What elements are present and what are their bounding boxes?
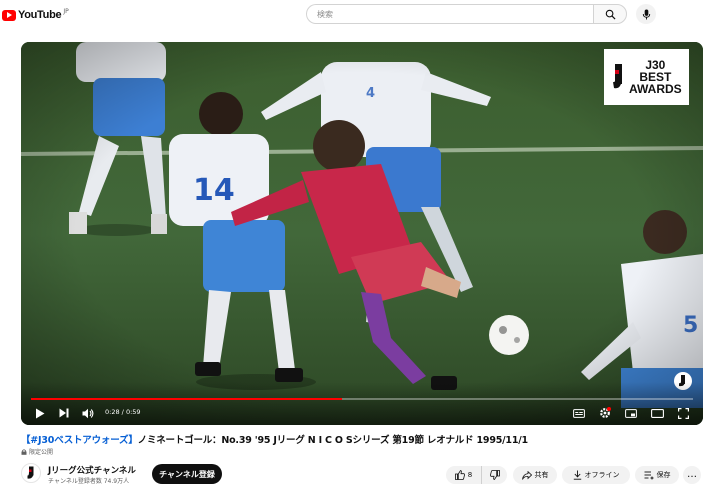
more-actions-button[interactable]: … <box>683 466 701 484</box>
download-icon <box>573 470 581 480</box>
dislike-icon <box>489 470 500 480</box>
logo-country: JP <box>63 7 69 15</box>
more-icon: … <box>687 469 697 480</box>
player-controls: 0:28 / 0:59 <box>21 382 703 425</box>
next-icon <box>59 408 69 418</box>
fullscreen-button[interactable] <box>676 406 690 420</box>
miniplayer-button[interactable] <box>624 406 638 420</box>
video-player[interactable]: 4 14 <box>21 42 703 425</box>
jleague-logo-icon <box>613 64 622 89</box>
masthead: YouTube JP <box>0 0 714 30</box>
time-display: 0:28 / 0:59 <box>105 408 141 416</box>
j30-awards-badge: J30 BEST AWARDS <box>604 49 689 105</box>
search-button[interactable] <box>593 4 627 24</box>
like-button[interactable]: 8 <box>446 466 482 484</box>
settings-button[interactable] <box>598 406 612 420</box>
subscribe-button[interactable]: チャンネル登録 <box>152 464 222 484</box>
like-dislike-group: 8 <box>446 466 507 484</box>
visibility-text: 限定公開 <box>29 449 54 456</box>
miniplayer-icon <box>625 408 637 418</box>
fullscreen-icon <box>677 407 689 419</box>
channel-name[interactable]: Jリーグ公式チャンネル <box>48 464 136 476</box>
like-icon <box>454 470 465 480</box>
channel-avatar[interactable] <box>21 463 41 483</box>
video-frame: 4 14 <box>21 42 703 425</box>
like-count: 8 <box>467 471 473 479</box>
youtube-logo-icon <box>2 9 16 21</box>
download-button[interactable]: オフライン <box>562 466 630 484</box>
download-label: オフライン <box>584 471 620 479</box>
dislike-button[interactable] <box>482 466 507 484</box>
progress-bar[interactable] <box>31 398 693 400</box>
play-button[interactable] <box>33 406 47 420</box>
mic-icon <box>642 8 650 20</box>
volume-icon <box>82 408 94 418</box>
subscriber-count: チャンネル登録者数 74.9万人 <box>48 478 130 485</box>
search-bar <box>306 4 627 24</box>
share-label: 共有 <box>534 471 549 479</box>
youtube-logo[interactable]: YouTube JP <box>2 7 69 23</box>
lock-icon <box>21 448 27 455</box>
voice-search-button[interactable] <box>636 4 656 24</box>
theater-button[interactable] <box>650 406 664 420</box>
settings-icon <box>600 407 611 418</box>
video-title: 【#J30ベストアウォーズ】ノミネートゴール：No.39 '95 Jリーグ N … <box>21 432 703 446</box>
logo-text: YouTube <box>18 9 62 21</box>
subtitles-icon <box>573 408 585 418</box>
save-button[interactable]: 保存 <box>635 466 679 484</box>
badge-text: J30 BEST AWARDS <box>629 58 682 96</box>
search-icon <box>605 9 616 20</box>
search-input[interactable] <box>306 4 593 24</box>
time-current: 0:28 <box>105 408 120 416</box>
save-icon <box>644 471 653 479</box>
share-icon <box>521 470 532 480</box>
title-text: ノミネートゴール：No.39 '95 Jリーグ N I C O Sシリーズ 第1… <box>137 435 528 446</box>
share-button[interactable]: 共有 <box>513 466 557 484</box>
save-label: 保存 <box>656 471 671 479</box>
play-icon <box>36 408 45 418</box>
time-total: 0:59 <box>125 408 141 416</box>
volume-button[interactable] <box>81 406 95 420</box>
subtitles-button[interactable] <box>572 406 586 420</box>
theater-icon <box>650 408 664 418</box>
jleague-logo-icon <box>27 466 34 479</box>
title-hashtag[interactable]: 【#J30ベストアウォーズ】 <box>21 435 138 446</box>
next-button[interactable] <box>57 406 71 420</box>
visibility-label: 限定公開 <box>21 447 53 456</box>
progress-played <box>31 398 343 400</box>
